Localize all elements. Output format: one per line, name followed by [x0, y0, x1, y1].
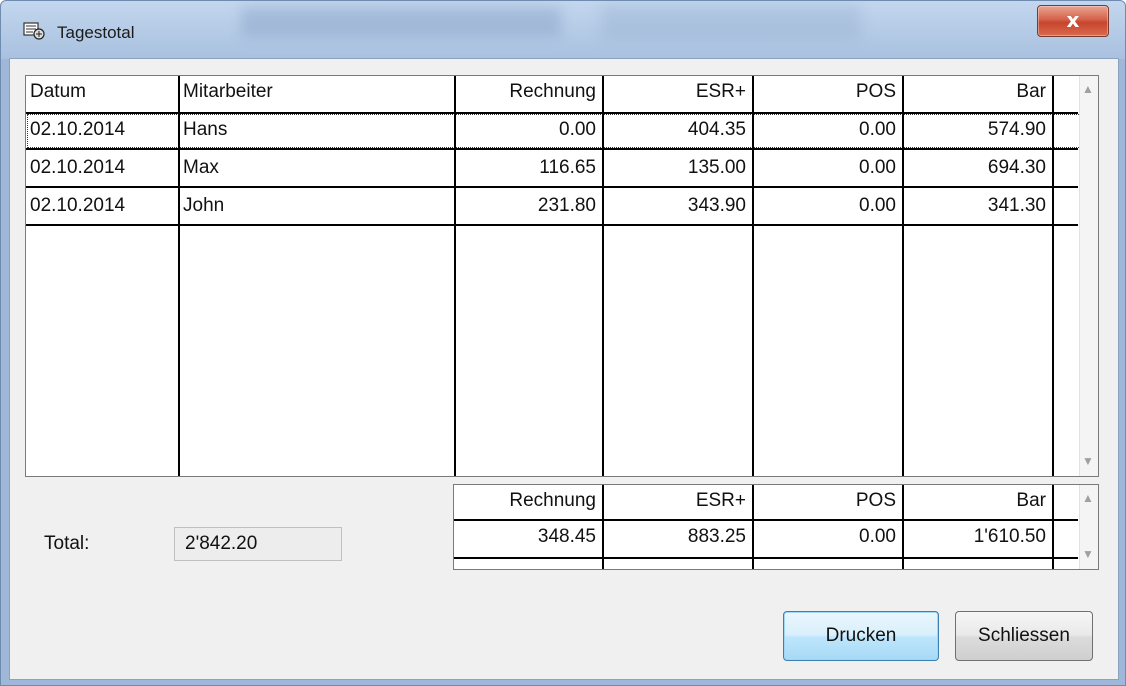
table-cell-bar[interactable]: 574.90 [904, 118, 1046, 142]
totals-value-pos[interactable]: 0.00 [754, 525, 896, 549]
table-cell-esr[interactable]: 343.90 [604, 194, 746, 218]
print-button[interactable]: Drucken [783, 611, 939, 661]
table-cell-bar[interactable]: 694.30 [904, 156, 1046, 180]
totals-header-bar[interactable]: Bar [904, 489, 1046, 513]
total-label: Total: [44, 533, 90, 554]
table-cell-bar[interactable]: 341.30 [904, 194, 1046, 218]
scroll-down-arrow-icon[interactable]: ▼ [1082, 547, 1094, 561]
table-cell-mitarbeiter[interactable]: Max [183, 156, 219, 180]
totals-value-bar[interactable]: 1'610.50 [904, 525, 1046, 549]
total-sum-field: 2'842.20 [174, 527, 342, 561]
close-button[interactable]: Schliessen [955, 611, 1093, 661]
table-cell-datum[interactable]: 02.10.2014 [30, 118, 125, 142]
totals-value-esr[interactable]: 883.25 [604, 525, 746, 549]
table-cell-pos[interactable]: 0.00 [754, 156, 896, 180]
table-cell-rechnung[interactable]: 116.65 [454, 156, 596, 180]
dialog-window: Tagestotal x Datum Mitarbeiter Rechnung … [0, 0, 1126, 686]
title-bar[interactable]: Tagestotal x [1, 1, 1125, 57]
table-cell-rechnung[interactable]: 0.00 [454, 118, 596, 142]
scroll-down-arrow-icon[interactable]: ▼ [1082, 454, 1094, 468]
table-cell-esr[interactable]: 135.00 [604, 156, 746, 180]
app-icon [23, 22, 45, 40]
column-header-datum[interactable]: Datum [30, 80, 86, 104]
totals-value-rechnung[interactable]: 348.45 [454, 525, 596, 549]
scroll-up-arrow-icon[interactable]: ▲ [1082, 491, 1094, 505]
table-cell-rechnung[interactable]: 231.80 [454, 194, 596, 218]
table-cell-datum[interactable]: 02.10.2014 [30, 194, 125, 218]
column-header-rechnung[interactable]: Rechnung [454, 80, 596, 104]
totals-table[interactable]: Rechnung ESR+ POS Bar 348.45 883.25 0.00… [453, 484, 1099, 570]
close-window-button[interactable]: x [1037, 5, 1109, 37]
column-header-esr[interactable]: ESR+ [604, 80, 746, 104]
scroll-up-arrow-icon[interactable]: ▲ [1082, 82, 1094, 96]
table-cell-mitarbeiter[interactable]: Hans [183, 118, 227, 142]
table-cell-pos[interactable]: 0.00 [754, 194, 896, 218]
table-cell-mitarbeiter[interactable]: John [183, 194, 224, 218]
daily-total-table[interactable]: Datum Mitarbeiter Rechnung ESR+ POS Bar … [25, 75, 1099, 477]
totals-header-esr[interactable]: ESR+ [604, 489, 746, 513]
table-cell-datum[interactable]: 02.10.2014 [30, 156, 125, 180]
table-cell-pos[interactable]: 0.00 [754, 118, 896, 142]
table-cell-esr[interactable]: 404.35 [604, 118, 746, 142]
totals-header-rechnung[interactable]: Rechnung [454, 489, 596, 513]
window-title: Tagestotal [57, 23, 135, 42]
column-header-pos[interactable]: POS [754, 80, 896, 104]
column-header-mitarbeiter[interactable]: Mitarbeiter [183, 80, 273, 104]
dialog-client-area: Datum Mitarbeiter Rechnung ESR+ POS Bar … [9, 58, 1119, 680]
totals-header-pos[interactable]: POS [754, 489, 896, 513]
column-header-bar[interactable]: Bar [904, 80, 1046, 104]
